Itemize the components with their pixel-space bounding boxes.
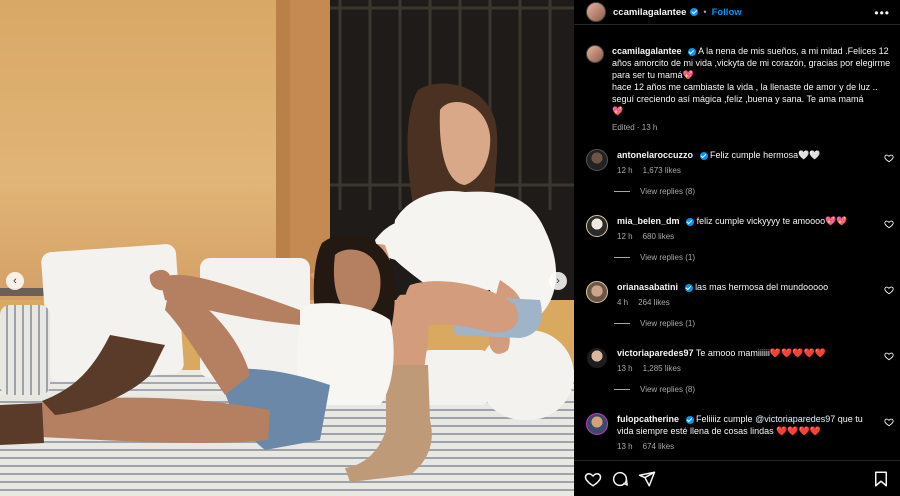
bookmark-icon[interactable] [872, 470, 890, 488]
more-options-icon[interactable]: ••• [874, 6, 890, 20]
caption-text-2: hace 12 años me cambiaste la vida , la l… [612, 82, 878, 104]
verified-badge-icon [684, 283, 693, 292]
comment-like-icon[interactable] [884, 153, 894, 163]
view-replies-button[interactable]: View replies (8) [614, 385, 896, 394]
comment-item: fulopcatherine Feliiiiz cumple @victoria… [586, 413, 896, 453]
comment-text: las mas hermosa del mundooooo [695, 282, 829, 292]
heart-outline-icon[interactable] [584, 470, 602, 488]
comment-like-icon[interactable] [884, 351, 894, 361]
verified-badge-icon [686, 217, 695, 226]
heart-emoji-icon: 💖💖 [825, 216, 848, 226]
commenter-avatar[interactable] [586, 149, 608, 171]
post-photo[interactable]: ‹ › [0, 0, 574, 496]
commenter-avatar[interactable] [586, 215, 608, 237]
post-header: ccamilagalantee • Follow ••• [574, 0, 900, 25]
comment-likes[interactable]: 1,673 likes [643, 166, 681, 175]
heart-emoji-icon: 💖 [682, 70, 694, 80]
comment-like-icon[interactable] [884, 219, 894, 229]
comment-body: orianasabatini las mas hermosa del mundo… [617, 281, 872, 309]
comment-meta: 12 h 680 likes [617, 231, 872, 243]
comment-text: Feliz cumple hermosa [710, 150, 799, 160]
comment-like-icon[interactable] [884, 285, 894, 295]
heart-emoji-icon: 💖 [612, 106, 624, 116]
verified-badge-icon [690, 8, 699, 16]
paper-plane-icon[interactable] [638, 470, 656, 488]
post-action-bar [574, 460, 900, 496]
photo-girl [0, 234, 395, 450]
comment-meta: 13 h 674 likes [617, 441, 872, 453]
post-side-panel: ccamilagalantee • Follow ••• ccamilagala… [574, 0, 900, 496]
commenter-username[interactable]: mia_belen_dm [617, 216, 680, 226]
caption-time: 13 h [641, 123, 658, 132]
view-replies-button[interactable]: View replies (8) [614, 187, 896, 196]
view-replies-button[interactable]: View replies (1) [614, 253, 896, 262]
comment-item: victoriaparedes97 Te amooo mamiiiiii❤️❤️… [586, 347, 896, 394]
comment-time: 4 h [617, 298, 629, 307]
comment-item: mia_belen_dm feliz cumple vickyyyy te am… [586, 215, 896, 262]
red-heart-emoji-icon: ❤️❤️❤️❤️❤️ [769, 348, 826, 358]
comment-time: 13 h [617, 364, 633, 373]
caption-meta: Edited · 13 h [612, 123, 658, 132]
comment-item: antonelaroccuzzo Feliz cumple hermosa🤍🤍 … [586, 149, 896, 196]
red-heart-emoji-icon: ❤️❤️❤️❤️ [776, 426, 821, 436]
comment-body: antonelaroccuzzo Feliz cumple hermosa🤍🤍 … [617, 149, 872, 177]
comment-meta: 13 h 1,285 likes [617, 363, 872, 375]
comment-text: Te amooo mamiiiiii [695, 348, 770, 358]
commenter-username[interactable]: victoriaparedes97 [617, 348, 694, 358]
caption-body: ccamilagalantee A la nena de mis sueños,… [612, 45, 891, 134]
comment-time: 12 h [617, 232, 633, 241]
post-caption: ccamilagalantee A la nena de mis sueños,… [586, 45, 891, 134]
commenter-avatar[interactable] [586, 413, 608, 435]
comment-item: orianasabatini las mas hermosa del mundo… [586, 281, 896, 328]
follow-button[interactable]: Follow [712, 7, 742, 18]
verified-badge-icon [688, 47, 697, 56]
verified-badge-icon [685, 415, 694, 424]
header-username[interactable]: ccamilagalantee [613, 7, 686, 18]
caption-username[interactable]: ccamilagalantee [612, 46, 682, 56]
next-photo-button[interactable]: › [549, 272, 567, 290]
comment-text: feliz cumple vickyyyy te amoooo [696, 216, 826, 226]
comment-likes[interactable]: 264 likes [638, 298, 670, 307]
comment-like-icon[interactable] [884, 417, 894, 427]
comment-likes[interactable]: 680 likes [643, 232, 675, 241]
comment-body: victoriaparedes97 Te amooo mamiiiiii❤️❤️… [617, 347, 872, 375]
comment-text: Feliiiiz cumple [696, 414, 753, 424]
verified-badge-icon [699, 151, 708, 160]
view-replies-button[interactable]: View replies (1) [614, 319, 896, 328]
commenter-username[interactable]: antonelaroccuzzo [617, 150, 693, 160]
comment-likes[interactable]: 674 likes [643, 442, 675, 451]
edited-label: Edited [612, 123, 635, 132]
commenter-username[interactable]: orianasabatini [617, 282, 678, 292]
comment-body: mia_belen_dm feliz cumple vickyyyy te am… [617, 215, 872, 243]
commenter-avatar[interactable] [586, 281, 608, 303]
separator-dot: • [703, 7, 707, 17]
comment-time: 13 h [617, 442, 633, 451]
comment-time: 12 h [617, 166, 633, 175]
caption-avatar[interactable] [586, 45, 604, 63]
comment-meta: 12 h 1,673 likes [617, 165, 872, 177]
post-modal: ‹ › ccamilagalantee • Follow ••• ccamila… [0, 0, 900, 496]
comment-meta: 4 h 264 likes [617, 297, 872, 309]
white-heart-emoji-icon: 🤍🤍 [798, 150, 821, 160]
comment-icon[interactable] [611, 470, 629, 488]
previous-photo-button[interactable]: ‹ [6, 272, 24, 290]
comment-body: fulopcatherine Feliiiiz cumple @victoria… [617, 413, 872, 453]
commenter-username[interactable]: fulopcatherine [617, 414, 679, 424]
avatar[interactable] [586, 2, 606, 22]
mention-link[interactable]: @victoriaparedes97 [755, 414, 835, 424]
comment-likes[interactable]: 1,285 likes [643, 364, 681, 373]
commenter-avatar[interactable] [586, 347, 608, 369]
